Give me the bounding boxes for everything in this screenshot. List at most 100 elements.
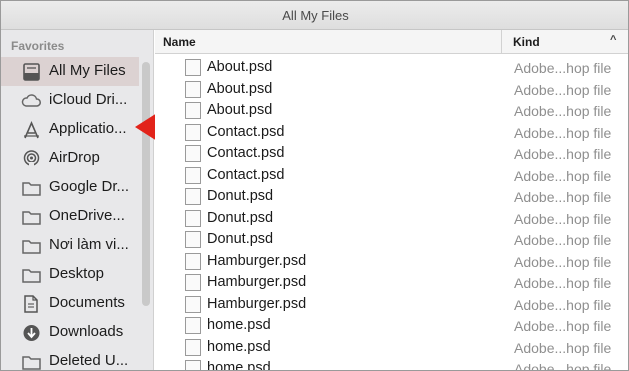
file-name: Donut.psd [207,188,274,204]
folder-icon [22,211,41,225]
sidebar-item-applications[interactable]: Applicatio... [1,115,139,144]
file-kind: Adobe...hop file [514,189,612,205]
file-kind: Adobe...hop file [514,167,612,184]
applications-icon [24,121,39,139]
psd-file-icon [185,188,201,205]
sort-chevron-icon[interactable]: ^ [610,34,616,46]
file-name: Contact.psd [207,123,285,140]
cloud-icon [21,94,41,107]
sidebar-item-label: Desktop [49,265,105,282]
file-kind: Adobe...hop file [514,210,612,227]
file-kind: Adobe...hop file [514,232,612,248]
file-kind: Adobe...hop file [514,124,612,141]
file-kind: Adobe...hop file [514,339,612,356]
all-files-icon [23,63,40,81]
sidebar-item-icloud-drive[interactable]: iCloud Dri... [1,86,139,115]
sidebar-item-label: Google Dr... [49,178,130,195]
psd-file-icon [185,80,201,98]
finder-window: All My Files Favorites All My Files iClo… [0,0,629,371]
table-row[interactable]: Contact.psd Adobe...hop file [155,122,628,144]
file-list: Name Kind ^ About.psd Adobe...hop file Ab… [155,30,628,371]
file-kind: Adobe...hop file [514,60,612,76]
sidebar-item-documents[interactable]: Documents [1,289,139,318]
file-name: About.psd [207,80,273,97]
file-name: Hamburger.psd [207,274,307,290]
title-bar: All My Files [1,1,628,30]
folder-icon [22,356,41,370]
table-row[interactable]: home.psd Adobe...hop file [155,315,628,337]
file-name: Donut.psd [207,209,274,226]
sidebar-item-deleted[interactable]: Deleted U... [1,347,139,370]
table-row[interactable]: home.psd Adobe...hop file [155,337,628,359]
file-kind: Adobe...hop file [514,81,612,98]
file-kind: Adobe...hop file [514,318,612,334]
table-row[interactable]: Contact.psd Adobe...hop file [155,143,628,165]
psd-file-icon [185,252,201,270]
table-row[interactable]: About.psd Adobe...hop file [155,57,628,79]
file-kind: Adobe...hop file [514,275,612,291]
file-kind: Adobe...hop file [514,253,612,270]
column-header: Name Kind ^ [155,30,628,54]
sidebar-item-label: Downloads [49,323,124,340]
window-title: All My Files [282,8,349,23]
sidebar-section-favorites: Favorites [11,39,65,53]
file-name: Contact.psd [207,166,285,183]
folder-icon [22,240,41,254]
psd-file-icon [185,317,201,334]
sidebar-scrollbar[interactable] [142,62,150,306]
table-row[interactable]: Hamburger.psd Adobe...hop file [155,251,628,273]
sidebar-item-label: Applicatio... [49,120,127,137]
psd-file-icon [185,123,201,141]
downloads-icon [23,325,40,341]
psd-file-icon [185,338,201,356]
sidebar-item-downloads[interactable]: Downloads [1,318,139,347]
column-divider[interactable] [501,30,502,54]
table-row[interactable]: Donut.psd Adobe...hop file [155,229,628,251]
documents-icon [24,295,38,313]
sidebar-item-label: Deleted U... [49,352,129,369]
column-name[interactable]: Name [163,35,196,49]
sidebar-item-label: OneDrive... [49,207,125,224]
table-row[interactable]: home.psd Adobe...hop file [155,358,628,371]
table-row[interactable]: Hamburger.psd Adobe...hop file [155,294,628,316]
file-kind: Adobe...hop file [514,296,612,313]
sidebar: Favorites All My Files iCloud Dri... App… [1,30,154,370]
sidebar-item-workplace[interactable]: Nơi làm vi... [1,231,139,260]
sidebar-item-all-my-files[interactable]: All My Files [1,57,139,86]
sidebar-item-google-drive[interactable]: Google Dr... [1,173,139,202]
psd-file-icon [185,102,201,119]
sidebar-item-label: AirDrop [49,149,100,166]
table-row[interactable]: About.psd Adobe...hop file [155,100,628,122]
file-name: home.psd [207,317,271,333]
file-name: Donut.psd [207,231,274,247]
psd-file-icon [185,274,201,291]
folder-icon [22,182,41,196]
column-kind[interactable]: Kind [513,35,540,49]
sidebar-item-label: Nơi làm vi... [49,236,129,253]
file-name: home.psd [207,360,271,371]
sidebar-item-onedrive[interactable]: OneDrive... [1,202,139,231]
file-name: Hamburger.psd [207,295,307,312]
psd-file-icon [185,231,201,248]
table-row[interactable]: Hamburger.psd Adobe...hop file [155,272,628,294]
sidebar-item-desktop[interactable]: Desktop [1,260,139,289]
file-kind: Adobe...hop file [514,361,612,371]
file-kind: Adobe...hop file [514,103,612,119]
psd-file-icon [185,59,201,76]
table-row[interactable]: About.psd Adobe...hop file [155,79,628,101]
sidebar-item-label: Documents [49,294,125,311]
psd-file-icon [185,295,201,313]
airdrop-icon [23,150,40,168]
sidebar-item-airdrop[interactable]: AirDrop [1,144,139,173]
file-name: About.psd [207,59,273,75]
file-name: Contact.psd [207,145,285,161]
sidebar-item-label: iCloud Dri... [49,91,128,108]
table-row[interactable]: Donut.psd Adobe...hop file [155,186,628,208]
file-kind: Adobe...hop file [514,146,612,162]
file-name: home.psd [207,338,271,355]
psd-file-icon [185,166,201,184]
table-row[interactable]: Donut.psd Adobe...hop file [155,208,628,230]
folder-icon [22,269,41,283]
table-row[interactable]: Contact.psd Adobe...hop file [155,165,628,187]
psd-file-icon [185,145,201,162]
